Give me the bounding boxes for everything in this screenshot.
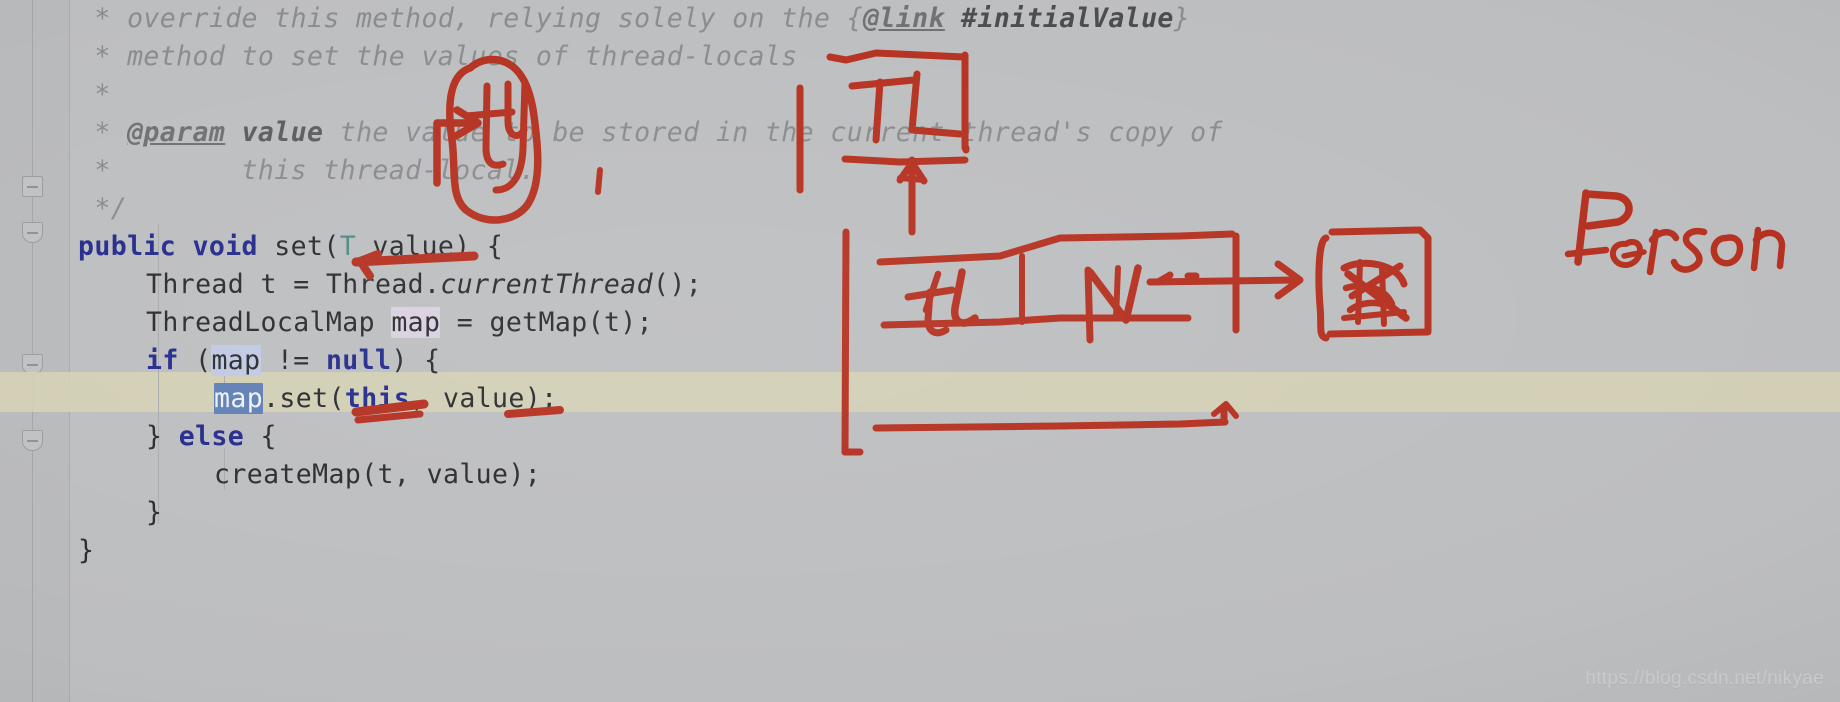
code-token: ThreadLocalMap	[146, 307, 392, 338]
screenshot-root: * override this method, relying solely o…	[0, 0, 1840, 702]
code-token-highlighted: map	[391, 307, 441, 338]
code-line[interactable]: * @param value the value to be stored in…	[78, 114, 1223, 152]
code-token: override this method, relying solely on …	[127, 3, 847, 34]
code-token: */	[78, 193, 128, 224]
code-token: T	[339, 231, 357, 262]
code-token: *	[78, 41, 128, 72]
code-token: the value to be stored in the current th…	[323, 117, 1223, 148]
code-token: , value);	[410, 383, 558, 414]
code-line[interactable]: }	[78, 494, 162, 532]
code-editor[interactable]: * override this method, relying solely o…	[0, 0, 1840, 702]
code-token: createMap(t, value);	[214, 459, 542, 490]
code-text-layer[interactable]: * override this method, relying solely o…	[0, 0, 1840, 702]
code-line[interactable]: * this thread-local.	[78, 152, 536, 190]
code-token: }	[146, 497, 163, 528]
code-token: public void	[78, 231, 275, 262]
code-token: !=	[260, 345, 326, 376]
code-token: method to set the values of thread-local…	[127, 41, 798, 72]
code-token: (	[195, 345, 212, 376]
code-token: ();	[653, 269, 703, 300]
watermark-text: https://blog.csdn.net/nikyae	[1585, 668, 1824, 689]
code-token: *	[78, 155, 242, 186]
code-line[interactable]: */	[78, 190, 127, 228]
code-token: value	[241, 117, 324, 148]
code-token-highlighted: map	[211, 345, 261, 376]
code-token: *	[78, 79, 111, 110]
code-line[interactable]: * method to set the values of thread-loc…	[78, 38, 798, 76]
code-token: else	[178, 421, 245, 452]
code-line[interactable]: if (map != null) {	[78, 342, 440, 380]
code-line[interactable]: createMap(t, value);	[78, 456, 541, 494]
code-line[interactable]: *	[78, 76, 111, 114]
code-token: }	[1173, 3, 1191, 34]
code-line[interactable]: public void set(T value) {	[78, 228, 503, 266]
code-token: .set(	[263, 383, 345, 414]
code-token: if	[146, 345, 196, 376]
code-token-highlighted: map	[214, 383, 264, 414]
code-token: null	[325, 345, 392, 376]
code-token: Thread t = Thread.	[146, 269, 441, 300]
code-line[interactable]: }	[78, 532, 94, 570]
code-token: }	[78, 535, 95, 566]
code-token: value) {	[356, 231, 504, 262]
code-token: this thread-local.	[241, 155, 536, 186]
code-token: this	[344, 383, 411, 414]
code-token: }	[146, 421, 179, 452]
code-line[interactable]: } else {	[78, 418, 277, 456]
code-line[interactable]: map.set(this, value);	[78, 380, 557, 418]
code-token: ) {	[391, 345, 441, 376]
code-token: currentThread	[440, 269, 653, 300]
code-token: {	[846, 3, 864, 34]
code-token: {	[244, 421, 277, 452]
code-token: @param	[127, 117, 226, 148]
code-token: *	[78, 3, 128, 34]
code-token: set(	[274, 231, 340, 262]
code-line[interactable]: * override this method, relying solely o…	[78, 0, 1190, 38]
code-token: *	[78, 117, 128, 148]
code-line[interactable]: ThreadLocalMap map = getMap(t);	[78, 304, 653, 342]
code-line[interactable]: Thread t = Thread.currentThread();	[78, 266, 702, 304]
code-token: = getMap(t);	[440, 307, 654, 338]
code-token: #initialValue	[961, 3, 1174, 34]
code-token: @link	[863, 3, 945, 34]
